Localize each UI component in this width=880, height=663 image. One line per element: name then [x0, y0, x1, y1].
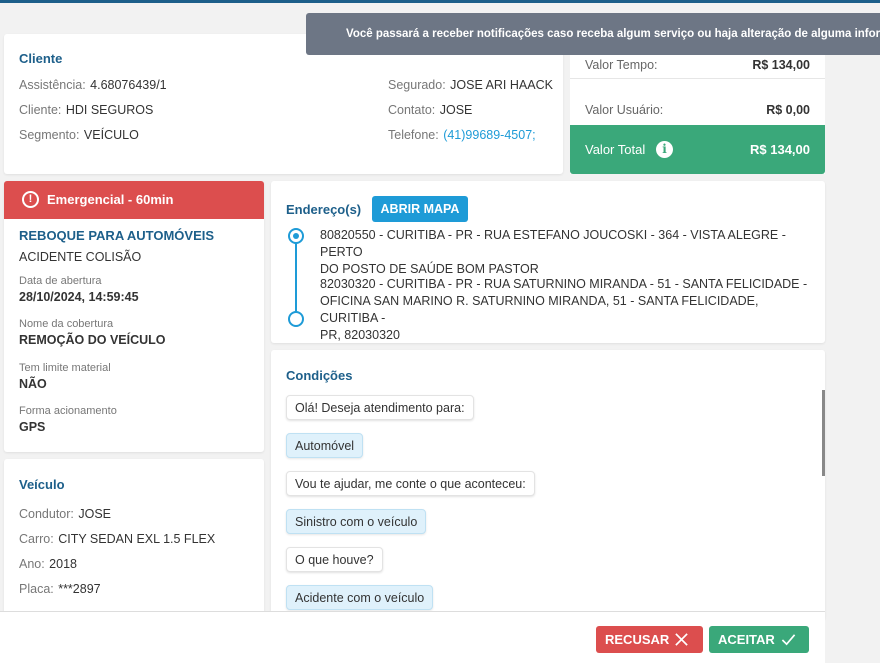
emergency-text: Emergencial - 60min — [47, 192, 174, 207]
placa-label: Placa: — [19, 582, 54, 596]
destination-address: 82030320 - CURITIBA - PR - RUA SATURNINO… — [320, 276, 815, 344]
destination-address-line: OFICINA SAN MARINO R. SATURNINO MIRANDA,… — [320, 294, 759, 325]
cliente-value: HDI SEGUROS — [65, 103, 154, 117]
carro-label: Carro: — [19, 532, 54, 546]
destination-address-line: PR, 82030320 — [320, 328, 400, 342]
abertura-value: 28/10/2024, 14:59:45 — [19, 290, 139, 304]
segmento-value: VEÍCULO — [83, 128, 139, 142]
aceitar-button[interactable]: ACEITAR — [709, 626, 809, 653]
recusar-label: RECUSAR — [605, 632, 670, 647]
placa-row: Placa: ***2897 — [19, 580, 101, 598]
assistencia-row: Assistência: 4.68076439/1 — [19, 76, 167, 94]
segurado-value: JOSE ARI HAACK — [450, 78, 553, 92]
origin-address-line: 80820550 - CURITIBA - PR - RUA ESTEFANO … — [320, 228, 786, 259]
contato-row: Contato: JOSE — [388, 101, 472, 119]
condutor-label: Condutor: — [19, 507, 74, 521]
segurado-row: Segurado: JOSE ARI HAACK — [388, 76, 553, 94]
valor-divider — [570, 78, 825, 79]
cobertura-value: REMOÇÃO DO VEÍCULO — [19, 333, 166, 347]
cliente-title: Cliente — [19, 51, 63, 66]
condicoes-title: Condições — [286, 368, 353, 383]
origin-address: 80820550 - CURITIBA - PR - RUA ESTEFANO … — [320, 227, 815, 278]
telefone-label: Telefone: — [388, 128, 439, 142]
ano-label: Ano: — [19, 557, 45, 571]
assistencia-label: Assistência: — [19, 78, 86, 92]
chat-message-user: Sinistro com o veículo — [286, 509, 427, 534]
chat-message-system: Vou te ajudar, me conte o que aconteceu: — [286, 471, 535, 496]
info-icon[interactable]: i — [656, 141, 673, 158]
cliente-label: Cliente: — [19, 103, 62, 117]
valor-usuario-label: Valor Usuário: — [585, 103, 664, 117]
route-line — [295, 243, 297, 313]
emergency-badge: ! Emergencial - 60min — [4, 181, 264, 219]
condutor-row: Condutor: JOSE — [19, 505, 111, 523]
alert-circle-icon: ! — [22, 191, 39, 208]
carro-row: Carro: CITY SEDAN EXL 1.5 FLEX — [19, 530, 215, 548]
limite-label: Tem limite material — [19, 362, 111, 374]
cliente-row: Cliente: HDI SEGUROS — [19, 101, 153, 119]
forma-value: GPS — [19, 420, 46, 434]
segmento-row: Segmento: VEÍCULO — [19, 126, 139, 144]
chat-message-system: O que houve? — [286, 547, 383, 572]
abertura-label: Data de abertura — [19, 275, 102, 287]
valor-usuario-value: R$ 0,00 — [766, 103, 810, 117]
aceitar-label: ACEITAR — [718, 632, 775, 647]
chat-scrollbar[interactable] — [822, 390, 825, 476]
close-icon — [675, 633, 688, 646]
telefone-row: Telefone: (41)99689-4507; — [388, 126, 536, 144]
segmento-label: Segmento: — [19, 128, 80, 142]
telefone-link[interactable]: (41)99689-4507; — [443, 128, 535, 142]
abrir-mapa-button[interactable]: ABRIR MAPA — [372, 196, 468, 222]
cobertura-label: Nome da cobertura — [19, 318, 114, 330]
chat-message-user: Automóvel — [286, 433, 364, 458]
valor-total-value: R$ 134,00 — [750, 142, 810, 157]
veiculo-title: Veículo — [19, 477, 65, 492]
condutor-value: JOSE — [78, 507, 112, 521]
destination-marker-icon — [288, 311, 304, 327]
destination-address-line: 82030320 - CURITIBA - PR - RUA SATURNINO… — [320, 277, 808, 291]
segurado-label: Segurado: — [388, 78, 446, 92]
notification-text: Você passará a receber notificações caso… — [346, 28, 880, 40]
contato-value: JOSE — [439, 103, 473, 117]
chat-message-user: Acidente com o veículo — [286, 585, 434, 610]
placa-value: ***2897 — [58, 582, 101, 596]
contato-label: Contato: — [388, 103, 436, 117]
check-icon — [781, 634, 796, 646]
limite-value: NÃO — [19, 377, 47, 391]
top-accent-line — [0, 0, 880, 3]
valor-total-row: Valor Total i R$ 134,00 — [570, 125, 825, 174]
valor-tempo-value: R$ 134,00 — [752, 58, 810, 72]
ano-value: 2018 — [49, 557, 77, 571]
valor-total-label: Valor Total — [585, 142, 646, 157]
origin-marker-icon — [288, 228, 304, 244]
enderecos-title: Endereço(s) — [286, 202, 362, 217]
chat-message-system: Olá! Deseja atendimento para: — [286, 395, 474, 420]
servico-subtitle: ACIDENTE COLISÃO — [19, 250, 142, 264]
carro-value: CITY SEDAN EXL 1.5 FLEX — [58, 532, 216, 546]
valor-tempo-label: Valor Tempo: — [585, 58, 658, 72]
assistencia-value: 4.68076439/1 — [90, 78, 167, 92]
notification-toast: Você passará a receber notificações caso… — [306, 13, 880, 55]
recusar-button[interactable]: RECUSAR — [596, 626, 703, 653]
servico-title: REBOQUE PARA AUTOMÓVEIS — [19, 228, 215, 243]
forma-label: Forma acionamento — [19, 405, 117, 417]
ano-row: Ano: 2018 — [19, 555, 77, 573]
